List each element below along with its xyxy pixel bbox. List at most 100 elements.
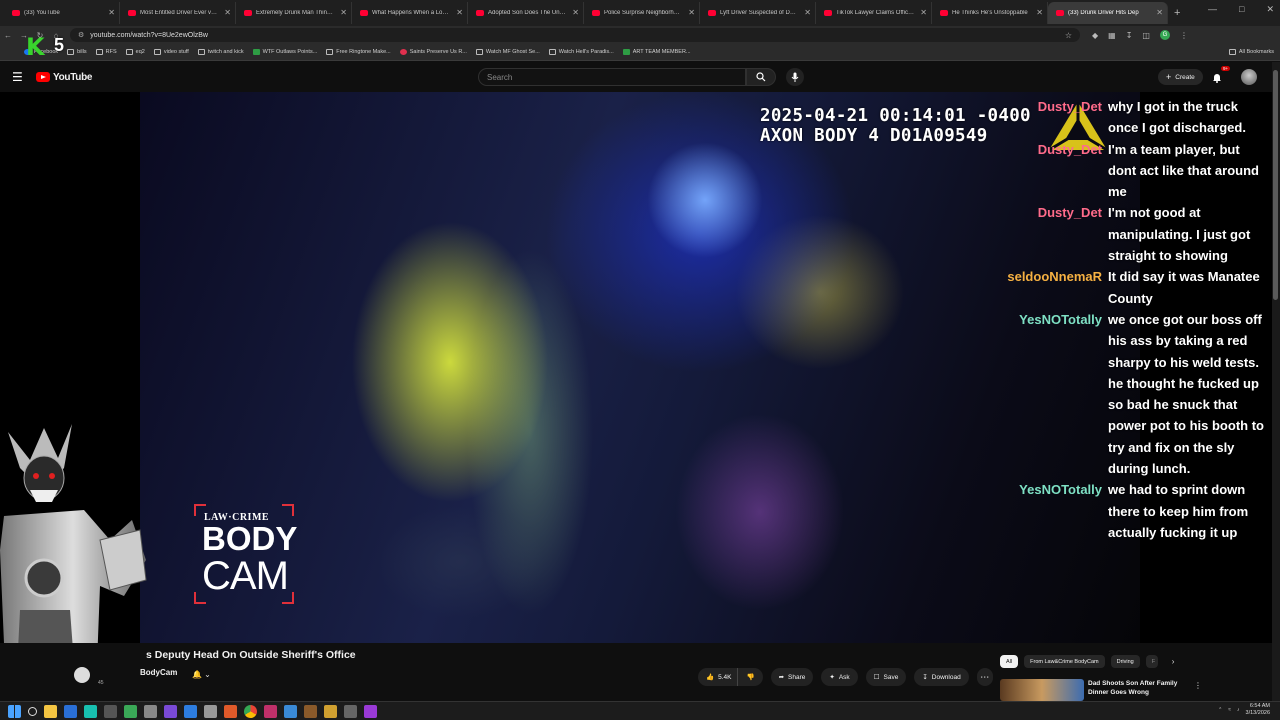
site-info-icon[interactable]: ⚙ xyxy=(78,31,84,39)
notifications-bell-icon[interactable] xyxy=(1212,70,1222,88)
browser-tab[interactable]: Lyft Driver Suspected of DUI A ✕ xyxy=(700,2,816,24)
browser-tab[interactable]: TikTok Lawyer Claims Officer G ✕ xyxy=(816,2,932,24)
voice-search-button[interactable] xyxy=(786,68,804,86)
filter-chip[interactable]: Driving xyxy=(1110,655,1140,668)
close-tab-icon[interactable]: ✕ xyxy=(804,8,811,17)
ask-button[interactable]: ✦ Ask xyxy=(821,668,858,686)
filter-chip[interactable]: From Law&Crime BodyCam xyxy=(1024,655,1105,668)
close-tab-icon[interactable]: ✕ xyxy=(920,8,927,17)
taskbar-app-icon[interactable] xyxy=(84,704,97,718)
taskbar-app-icon[interactable] xyxy=(284,704,297,718)
bookmark-item[interactable]: twitch and kick xyxy=(197,49,244,55)
taskbar-app-icon[interactable] xyxy=(184,704,197,718)
taskbar-app-icon[interactable] xyxy=(224,704,237,718)
channel-avatar[interactable] xyxy=(74,667,90,683)
dislike-button[interactable]: 👎 xyxy=(737,668,763,686)
new-tab-button[interactable]: + xyxy=(1174,7,1180,19)
close-window-icon[interactable]: ✕ xyxy=(1266,4,1274,15)
browser-tab[interactable]: (33) Drunk Driver Hits Dep ✕ xyxy=(1048,2,1168,24)
create-button[interactable]: + Create xyxy=(1158,69,1203,85)
recommended-menu-icon[interactable]: ⋮ xyxy=(1194,681,1202,690)
taskbar-search-icon[interactable] xyxy=(28,706,37,716)
taskbar-app-icon[interactable] xyxy=(124,704,137,718)
recommended-video[interactable]: Dad Shoots Son After Family Dinner Goes … xyxy=(1000,679,1264,701)
search-button[interactable] xyxy=(746,68,776,86)
bookmark-star-icon[interactable]: ☆ xyxy=(1065,31,1072,40)
bookmark-item[interactable]: eq2 xyxy=(125,49,145,55)
browser-menu-icon[interactable]: ⋮ xyxy=(1180,31,1188,40)
browser-tab[interactable]: Police Surprise Neighborhood ✕ xyxy=(584,2,700,24)
close-tab-icon[interactable]: ✕ xyxy=(456,8,463,17)
save-button[interactable]: ☐ Save xyxy=(865,668,907,686)
close-tab-icon[interactable]: ✕ xyxy=(1036,8,1043,17)
back-icon[interactable]: ← xyxy=(0,31,16,40)
taskbar-app-icon[interactable] xyxy=(344,704,357,718)
bookmark-item[interactable]: ART TEAM MEMBER... xyxy=(622,49,691,55)
maximize-icon[interactable]: □ xyxy=(1239,4,1244,15)
taskbar-app-icon[interactable] xyxy=(64,704,77,718)
guide-menu-icon[interactable]: ☰ xyxy=(12,70,26,84)
more-actions-icon[interactable]: ⋯ xyxy=(976,668,993,686)
bookmark-item[interactable]: bills xyxy=(67,49,87,55)
browser-toolbar: ◆ ▦ ↧ ◫ G ⋮ xyxy=(1092,30,1188,40)
browser-tab[interactable]: Most Entitled Driver Ever vs B ✕ xyxy=(120,2,236,24)
download-button[interactable]: ↧ Download xyxy=(914,668,969,686)
close-tab-icon[interactable]: ✕ xyxy=(688,8,695,17)
taskbar-app-icon[interactable] xyxy=(264,704,277,718)
system-clock[interactable]: 6:54 AM 3/13/2026 xyxy=(1246,703,1270,717)
filter-chip[interactable]: F xyxy=(1145,655,1158,668)
page-scrollbar[interactable] xyxy=(1272,62,1280,701)
bookmark-item[interactable]: WTF Outlaws Points... xyxy=(252,49,317,55)
sidebar-icon[interactable]: ◫ xyxy=(1142,31,1150,40)
wifi-icon[interactable]: ≈ xyxy=(1228,707,1231,713)
close-tab-icon[interactable]: ✕ xyxy=(1156,8,1163,17)
tray-chevron-icon[interactable]: ⌃ xyxy=(1218,707,1222,713)
recommended-title[interactable]: Dad Shoots Son After Family Dinner Goes … xyxy=(1088,679,1188,697)
browser-tab[interactable]: What Happens When a Love T ✕ xyxy=(352,2,468,24)
browser-tab[interactable]: Adopted Son Does The Unthin ✕ xyxy=(468,2,584,24)
bookmark-item[interactable]: Free Ringtone Make... xyxy=(326,49,391,55)
taskbar-app-icon[interactable] xyxy=(364,704,377,718)
minimize-icon[interactable]: — xyxy=(1208,4,1217,15)
file-explorer-icon[interactable] xyxy=(44,704,57,718)
taskbar-app-icon[interactable] xyxy=(144,704,157,718)
bookmark-item[interactable]: Watch MF Ghost Se... xyxy=(475,49,540,55)
youtube-logo[interactable]: YouTube xyxy=(36,72,93,83)
taskbar-app-icon[interactable] xyxy=(204,704,217,718)
chevron-right-icon[interactable]: › xyxy=(1172,657,1175,666)
browser-tab[interactable]: Extremely Drunk Man Thinks H ✕ xyxy=(236,2,352,24)
extensions-puzzle-icon[interactable]: ▦ xyxy=(1108,31,1116,40)
close-tab-icon[interactable]: ✕ xyxy=(572,8,579,17)
profile-avatar[interactable]: G xyxy=(1159,30,1170,40)
scrollbar-thumb[interactable] xyxy=(1273,70,1278,300)
channel-name[interactable]: BodyCam xyxy=(140,668,177,677)
bookmark-item[interactable]: video stuff xyxy=(153,49,189,55)
recommended-thumbnail[interactable] xyxy=(1000,679,1084,701)
windows-start-icon[interactable] xyxy=(8,704,21,718)
bookmark-item[interactable]: Watch Hell's Paradis... xyxy=(548,49,614,55)
close-tab-icon[interactable]: ✕ xyxy=(340,8,347,17)
close-tab-icon[interactable]: ✕ xyxy=(108,8,115,17)
browser-tab[interactable]: He Thinks He's Unstoppable ✕ xyxy=(932,2,1048,24)
chrome-icon[interactable] xyxy=(244,704,257,718)
taskbar-app-icon[interactable] xyxy=(104,704,117,718)
close-tab-icon[interactable]: ✕ xyxy=(224,8,231,17)
system-tray: ⌃ ≈ ♪ 6:54 AM 3/13/2026 xyxy=(1218,703,1270,717)
volume-icon[interactable]: ♪ xyxy=(1237,707,1240,713)
taskbar-app-icon[interactable] xyxy=(324,704,337,718)
extension-icon[interactable]: ◆ xyxy=(1092,31,1098,40)
taskbar-app-icon[interactable] xyxy=(304,704,317,718)
taskbar-app-icon[interactable] xyxy=(164,704,177,718)
url-bar[interactable]: ⚙ youtube.com/watch?v=8Ue2ewOlzBw ☆ xyxy=(70,28,1080,42)
browser-tab[interactable]: (33) YouTube ✕ xyxy=(4,2,120,24)
filter-chip[interactable]: All xyxy=(1000,655,1019,668)
like-button[interactable]: 👍 5.4K xyxy=(698,668,738,686)
share-button[interactable]: ➦ Share xyxy=(770,668,814,686)
subscribe-bell-icon[interactable]: 🔔 ⌄ xyxy=(192,670,211,679)
account-avatar[interactable] xyxy=(1241,69,1257,85)
search-input[interactable]: Search xyxy=(478,68,746,86)
download-icon[interactable]: ↧ xyxy=(1126,31,1133,40)
all-bookmarks[interactable]: All Bookmarks xyxy=(1228,49,1274,55)
bookmark-item[interactable]: RFS xyxy=(95,49,117,55)
bookmark-item[interactable]: Saints Preserve Us R... xyxy=(399,49,467,55)
